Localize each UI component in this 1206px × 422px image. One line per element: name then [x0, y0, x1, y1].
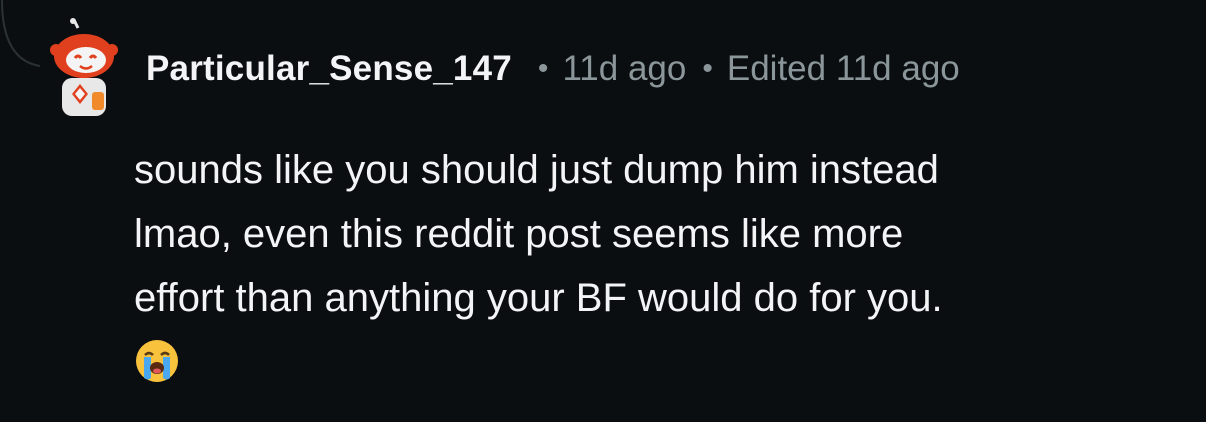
comment-body: sounds like you should just dump him ins… — [134, 138, 1174, 403]
thread-connector — [1, 0, 40, 67]
comment-line: sounds like you should just dump him ins… — [134, 148, 939, 192]
comment-header: Particular_Sense_147 • 11d ago • Edited … — [146, 46, 960, 92]
loudly-crying-face-emoji — [136, 340, 178, 382]
comment-line: lmao, even this reddit post seems like m… — [134, 212, 904, 256]
user-avatar[interactable] — [44, 18, 124, 118]
comment: Particular_Sense_147 • 11d ago • Edited … — [0, 0, 1206, 422]
comment-line: effort than anything your BF would do fo… — [134, 276, 943, 320]
timestamp: 11d ago — [562, 49, 687, 88]
meta-separator: • — [702, 52, 713, 85]
username-link[interactable]: Particular_Sense_147 — [146, 49, 512, 89]
edited-label: Edited 11d ago — [726, 49, 960, 88]
meta-separator: • — [537, 52, 549, 85]
